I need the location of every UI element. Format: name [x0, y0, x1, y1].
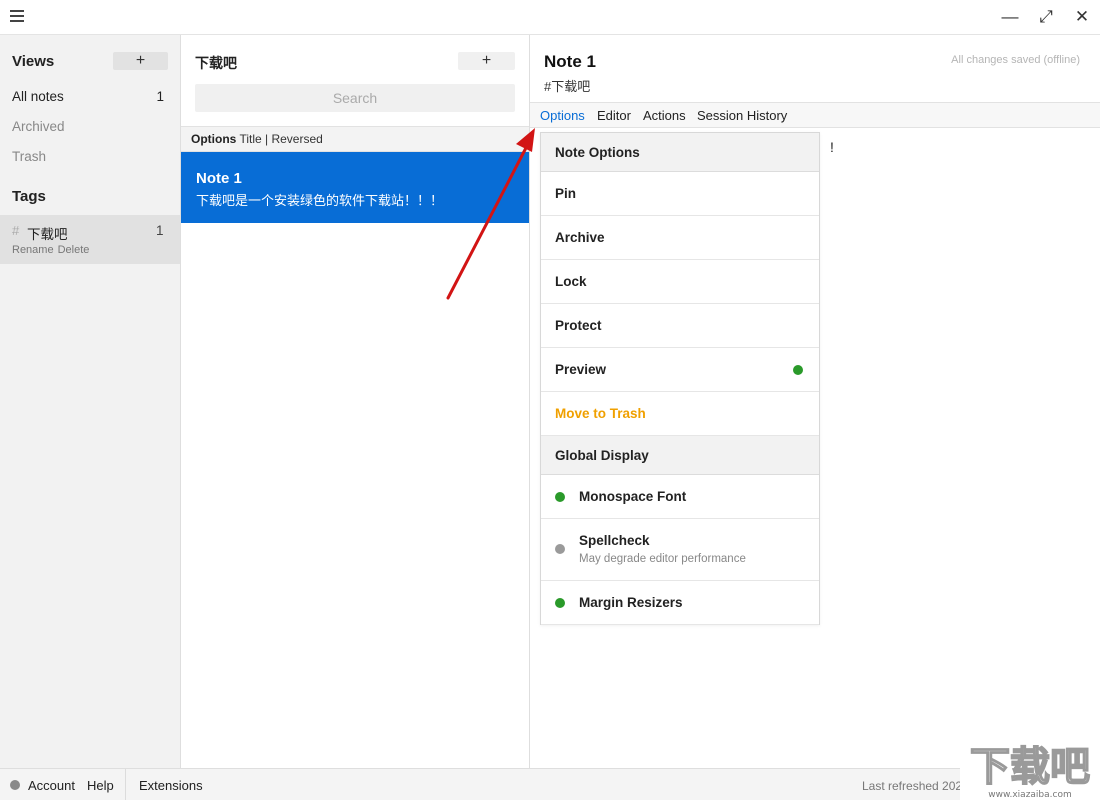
- watermark-text: 下载吧: [970, 744, 1090, 790]
- title-bar: — ⤢ ✕: [0, 0, 1100, 35]
- add-view-button[interactable]: +: [113, 52, 168, 70]
- margin-resizers-status-dot-icon: [555, 598, 565, 608]
- views-heading: Views: [12, 53, 55, 70]
- tab-editor[interactable]: Editor: [597, 108, 631, 123]
- sidebar-item-label: All notes: [12, 89, 64, 104]
- tab-actions[interactable]: Actions: [643, 108, 686, 123]
- sidebar-item-label: Archived: [12, 119, 65, 134]
- protect-option[interactable]: Protect: [541, 304, 819, 348]
- margin-resizers-option[interactable]: Margin Resizers: [541, 581, 819, 625]
- sort-label: Title | Reversed: [239, 132, 323, 146]
- note-text-area[interactable]: !: [830, 139, 834, 155]
- spellcheck-label: Spellcheck: [579, 533, 650, 548]
- editor-tabs: Options Editor Actions Session History: [530, 102, 1100, 128]
- pin-option[interactable]: Pin: [541, 172, 819, 216]
- note-tag[interactable]: #下载吧: [544, 76, 590, 95]
- move-to-trash-option[interactable]: Move to Trash: [541, 392, 819, 436]
- maximize-button[interactable]: ⤢: [1034, 6, 1058, 28]
- monospace-font-label: Monospace Font: [579, 489, 687, 504]
- watermark-url: www.xiazaiba.com: [988, 790, 1072, 800]
- tags-heading: Tags: [12, 188, 46, 205]
- global-display-header: Global Display: [541, 436, 819, 475]
- archive-option[interactable]: Archive: [541, 216, 819, 260]
- notes-list-title: 下载吧: [195, 55, 237, 71]
- list-options-button[interactable]: Options: [191, 132, 236, 146]
- spellcheck-status-dot-icon: [555, 544, 565, 554]
- site-watermark-logo: 下载吧 www.xiazaiba.com: [960, 738, 1100, 800]
- note-options-header: Note Options: [541, 133, 819, 172]
- preview-status-dot-icon: [793, 365, 803, 375]
- extensions-button[interactable]: Extensions: [139, 778, 203, 793]
- sidebar-tag-item[interactable]: # 下载吧 1 Rename Delete: [0, 215, 180, 264]
- lock-option[interactable]: Lock: [541, 260, 819, 304]
- red-arrow-annotation: [446, 128, 535, 300]
- last-refreshed-status: Last refreshed 2021,: [862, 779, 973, 793]
- tag-name: 下载吧: [27, 227, 68, 242]
- monospace-status-dot-icon: [555, 492, 565, 502]
- spellcheck-option[interactable]: Spellcheck May degrade editor performanc…: [541, 519, 819, 581]
- sidebar-item-label: Trash: [12, 149, 47, 164]
- account-button[interactable]: Account: [28, 778, 75, 793]
- note-title[interactable]: Note 1: [544, 52, 596, 72]
- help-button[interactable]: Help: [87, 778, 114, 793]
- note-item-preview: 下载吧是一个安装绿色的软件下载站！！！: [196, 193, 444, 208]
- rename-tag-link[interactable]: Rename: [12, 244, 54, 256]
- account-status-dot-icon: [10, 780, 20, 790]
- footer-divider: [125, 769, 126, 800]
- hash-icon: #: [12, 223, 20, 238]
- sidebar-item-count: 1: [156, 89, 164, 104]
- tag-count: 1: [156, 223, 164, 238]
- save-status: All changes saved (offline): [951, 54, 1080, 66]
- sidebar-item-all-notes[interactable]: All notes 1: [12, 89, 164, 104]
- add-note-button[interactable]: +: [458, 52, 515, 70]
- minimize-button[interactable]: —: [998, 6, 1022, 28]
- sidebar-item-trash[interactable]: Trash: [12, 149, 164, 164]
- margin-resizers-label: Margin Resizers: [579, 595, 683, 610]
- note-item-title: Note 1: [196, 170, 242, 187]
- footer-bar: Account Help Extensions Last refreshed 2…: [0, 768, 1100, 800]
- delete-tag-link[interactable]: Delete: [58, 244, 90, 256]
- tag-actions: Rename Delete: [12, 244, 93, 256]
- spellcheck-description: May degrade editor performance: [579, 553, 746, 565]
- close-button[interactable]: ✕: [1070, 6, 1094, 28]
- hamburger-icon[interactable]: [10, 10, 26, 24]
- sidebar-item-archived[interactable]: Archived: [12, 119, 164, 134]
- tab-session-history[interactable]: Session History: [697, 108, 787, 123]
- sidebar: Views + All notes 1 Archived Trash Tags …: [0, 35, 181, 768]
- preview-option-label: Preview: [555, 362, 607, 377]
- preview-option[interactable]: Preview: [541, 348, 819, 392]
- search-input[interactable]: [195, 84, 515, 112]
- monospace-font-option[interactable]: Monospace Font: [541, 475, 819, 519]
- options-menu: Note Options Pin Archive Lock Protect Pr…: [540, 132, 820, 625]
